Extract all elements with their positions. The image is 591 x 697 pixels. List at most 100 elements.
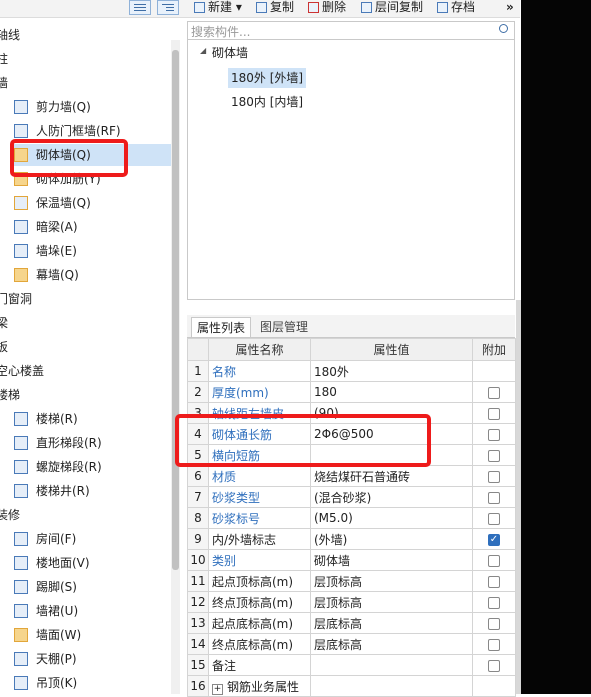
tree-item[interactable]: 柱 [0, 48, 171, 70]
tree-item[interactable]: 幕墙(Q) [14, 264, 171, 286]
property-value[interactable]: 层顶标高 [310, 591, 473, 613]
left-scrollbar-thumb[interactable] [172, 50, 179, 570]
tree-item[interactable]: 板 [0, 336, 171, 358]
tree-item-label: 装修 [0, 508, 21, 522]
additional-checkbox[interactable] [488, 491, 500, 504]
search-icon[interactable] [499, 24, 508, 33]
property-value[interactable]: (M5.0) [310, 507, 473, 529]
new-button[interactable]: 新建 ▾ [194, 0, 242, 17]
tab-layer-management[interactable]: 图层管理 [255, 317, 313, 337]
property-row[interactable]: 10 类别 砌体墙 [187, 549, 516, 571]
tree-item[interactable]: 房间(F) [14, 528, 171, 550]
tree-item[interactable]: 装修 [0, 504, 171, 526]
property-tabs: 属性列表 图层管理 [187, 315, 515, 338]
property-row[interactable]: 9 内/外墙标志 (外墙) ✓ [187, 528, 516, 550]
tree-item[interactable]: 轴线 [0, 24, 171, 46]
property-row[interactable]: 11 起点顶标高(m) 层顶标高 [187, 570, 516, 592]
row-number: 2 [187, 381, 209, 403]
tree-item[interactable]: 楼梯井(R) [14, 480, 171, 502]
additional-checkbox[interactable] [488, 449, 500, 462]
property-row[interactable]: 8 砂浆标号 (M5.0) [187, 507, 516, 529]
component-item[interactable]: 180内 [内墙] [228, 92, 306, 112]
tree-item[interactable]: 踢脚(S) [14, 576, 171, 598]
additional-cell [472, 360, 516, 382]
tree-item[interactable]: 天棚(P) [14, 648, 171, 670]
property-name-text: 钢筋业务属性 [227, 679, 300, 694]
property-value[interactable]: 砌体墙 [310, 549, 473, 571]
copy-button[interactable]: 复制 [256, 0, 294, 17]
additional-checkbox[interactable] [488, 470, 500, 483]
more-button[interactable]: » [506, 0, 514, 17]
row-number: 1 [187, 360, 209, 382]
tree-item[interactable]: 墙面(W) [14, 624, 171, 646]
property-name: 内/外墙标志 [208, 528, 311, 550]
tree-item[interactable]: 吊顶(K) [14, 672, 171, 694]
collapse-arrow-icon[interactable]: ◢ [200, 46, 206, 55]
tree-item[interactable]: 楼地面(V) [14, 552, 171, 574]
civil-defense-door-wall-icon [14, 124, 28, 138]
property-value[interactable] [310, 675, 473, 697]
property-row[interactable]: 14 终点底标高(m) 层底标高 [187, 633, 516, 655]
property-row[interactable]: 1 名称 180外 [187, 360, 516, 382]
additional-checkbox[interactable] [488, 512, 500, 525]
list-view-button[interactable] [129, 0, 151, 15]
component-search-input[interactable]: 搜索构件... [187, 21, 515, 40]
property-row[interactable]: 13 起点底标高(m) 层底标高 [187, 612, 516, 634]
tree-item[interactable]: 保温墙(Q) [14, 192, 171, 214]
additional-cell [472, 633, 516, 655]
tree-item[interactable]: 门窗洞 [0, 288, 171, 310]
tree-item-label: 吊顶(K) [36, 676, 78, 690]
tree-item[interactable]: 剪力墙(Q) [14, 96, 171, 118]
tree-view-button[interactable] [157, 0, 179, 15]
additional-checkbox[interactable] [488, 638, 500, 651]
property-value[interactable]: 180 [310, 381, 473, 403]
property-value[interactable]: (外墙) [310, 528, 473, 550]
property-value[interactable] [310, 654, 473, 676]
property-value[interactable]: 层顶标高 [310, 570, 473, 592]
tree-item[interactable]: 直形梯段(R) [14, 432, 171, 454]
additional-checkbox[interactable] [488, 428, 500, 441]
tree-item[interactable]: 螺旋梯段(R) [14, 456, 171, 478]
additional-checkbox[interactable] [488, 407, 500, 420]
tree-item[interactable]: 暗梁(A) [14, 216, 171, 238]
tree-item[interactable]: 楼梯 [0, 384, 171, 406]
property-value[interactable]: 180外 [310, 360, 473, 382]
additional-checkbox[interactable] [488, 386, 500, 399]
tree-item[interactable]: 楼梯(R) [14, 408, 171, 430]
dark-background-area [521, 0, 591, 694]
additional-checkbox[interactable]: ✓ [488, 533, 500, 546]
tree-item-label: 剪力墙(Q) [36, 100, 91, 114]
property-name: 砂浆类型 [208, 486, 311, 508]
property-name: 砂浆标号 [208, 507, 311, 529]
property-name-text: 终点顶标高(m) [212, 595, 294, 610]
additional-checkbox[interactable] [488, 617, 500, 630]
property-row[interactable]: 16 + 钢筋业务属性 [187, 675, 516, 697]
tree-item[interactable]: 空心楼盖 [0, 360, 171, 382]
property-row[interactable]: 7 砂浆类型 (混合砂浆) [187, 486, 516, 508]
delete-button[interactable]: 删除 [308, 0, 346, 17]
property-value[interactable]: 层底标高 [310, 612, 473, 634]
component-item-selected[interactable]: 180外 [外墙] [228, 68, 307, 88]
property-row[interactable]: 15 备注 [187, 654, 516, 676]
property-value[interactable]: 层底标高 [310, 633, 473, 655]
expand-icon[interactable]: + [212, 683, 223, 695]
skirting-icon [14, 580, 28, 594]
additional-checkbox[interactable] [488, 575, 500, 588]
tree-item[interactable]: 墙裙(U) [14, 600, 171, 622]
tree-item[interactable]: 墙垛(E) [14, 240, 171, 262]
property-value[interactable]: 烧结煤矸石普通砖 [310, 465, 473, 487]
additional-checkbox[interactable] [488, 659, 500, 672]
property-value[interactable]: (混合砂浆) [310, 486, 473, 508]
tree-item-label: 保温墙(Q) [36, 196, 91, 210]
tree-item[interactable]: 墙 [0, 72, 171, 94]
save-button[interactable]: 存档 [437, 0, 475, 17]
additional-checkbox[interactable] [488, 596, 500, 609]
property-row[interactable]: 12 终点顶标高(m) 层顶标高 [187, 591, 516, 613]
tab-property-list[interactable]: 属性列表 [191, 317, 252, 337]
additional-cell [472, 486, 516, 508]
property-row[interactable]: 6 材质 烧结煤矸石普通砖 [187, 465, 516, 487]
additional-checkbox[interactable] [488, 554, 500, 567]
property-row[interactable]: 2 厚度(mm) 180 [187, 381, 516, 403]
tree-item[interactable]: 梁 [0, 312, 171, 334]
floor-copy-button[interactable]: 层间复制 [361, 0, 423, 17]
